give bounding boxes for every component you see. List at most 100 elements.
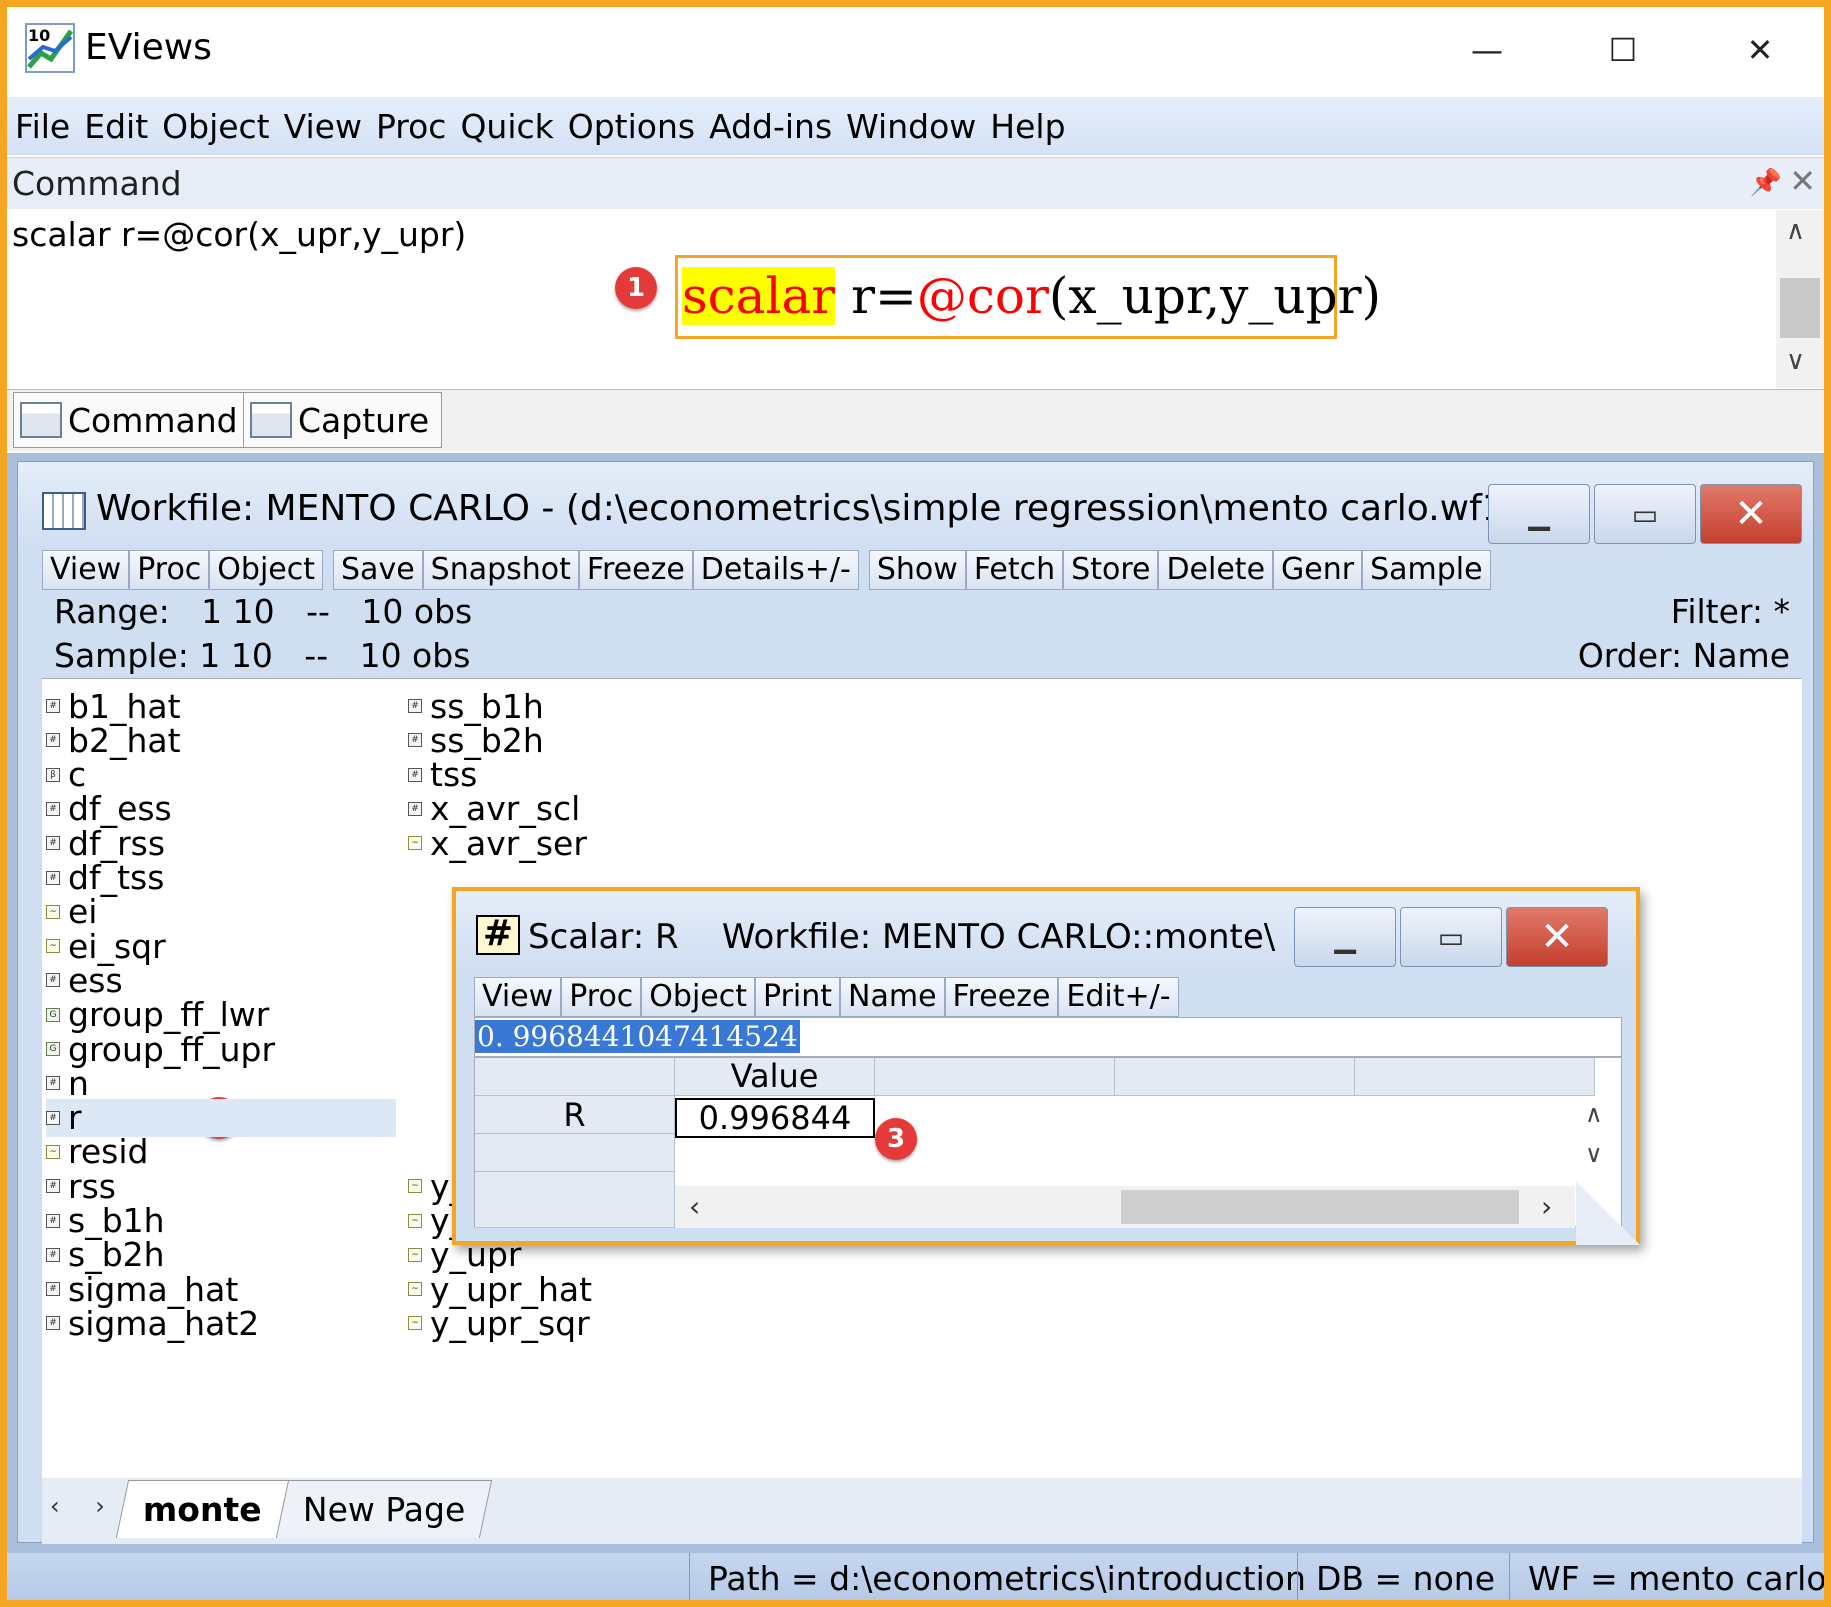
workfile-restore-button[interactable]: ▭ (1594, 484, 1696, 544)
scroll-up-icon[interactable]: ∧ (1786, 216, 1805, 246)
menu-quick[interactable]: Quick (460, 107, 553, 146)
range-line[interactable]: Range: 1 10 -- 10 obs (54, 592, 472, 631)
object-item[interactable]: # ess (46, 960, 123, 1000)
scalar-full-value[interactable]: 0. 9968441047414524 (475, 1020, 800, 1053)
minimize-button[interactable]: — (1457, 29, 1517, 71)
object-name: ess (68, 960, 123, 1000)
menu-edit[interactable]: Edit (84, 107, 148, 146)
sc-edit-button[interactable]: Edit+/- (1058, 977, 1179, 1017)
wf-proc-button[interactable]: Proc (129, 550, 210, 590)
scalar-value-edit-line[interactable]: 0. 9968441047414524 (474, 1017, 1622, 1057)
sc-object-button[interactable]: Object (641, 977, 756, 1017)
object-item[interactable]: # ss_b2h (408, 721, 544, 760)
series-object-icon: ~ (408, 1247, 422, 1262)
object-item[interactable]: ~ y_upr_hat (408, 1270, 592, 1309)
scalar-object-icon: # (46, 1076, 60, 1091)
close-button[interactable]: ✕ (1730, 29, 1790, 71)
object-item[interactable]: ~ y_upr_sqr (408, 1304, 590, 1343)
wf-sample-button[interactable]: Sample (1362, 550, 1491, 590)
object-item[interactable]: # ss_b1h (408, 687, 544, 726)
scalar-horizontal-scrollbar[interactable]: ‹ › (675, 1186, 1575, 1228)
scalar-restore-button[interactable]: ▭ (1400, 907, 1502, 967)
object-item[interactable]: ~ ei (46, 892, 97, 931)
object-item[interactable]: Ggroup_ff_upr (46, 1030, 275, 1069)
page-tab-new-page[interactable]: New Page (275, 1480, 493, 1538)
sc-proc-button[interactable]: Proc (561, 977, 642, 1017)
scroll-thumb[interactable] (1121, 1190, 1519, 1224)
wf-details-button[interactable]: Details+/- (692, 550, 859, 590)
menu-help[interactable]: Help (990, 107, 1065, 146)
scroll-left-icon[interactable]: ‹ (689, 1190, 700, 1223)
object-item[interactable]: ~ resid (46, 1132, 148, 1171)
scalar-close-button[interactable]: ✕ (1506, 907, 1608, 967)
menu-options[interactable]: Options (568, 107, 695, 146)
object-item[interactable]: # df_ess (46, 789, 172, 828)
wf-delete-button[interactable]: Delete (1158, 550, 1274, 590)
object-item[interactable]: # rss (46, 1166, 116, 1206)
object-name: n (68, 1063, 89, 1103)
wf-genr-button[interactable]: Genr (1273, 550, 1363, 590)
order-label[interactable]: Order: Name (1578, 636, 1790, 675)
menu-file[interactable]: File (15, 107, 70, 146)
filter-label[interactable]: Filter: * (1671, 592, 1790, 631)
object-item[interactable]: # sigma_hat2 (46, 1304, 259, 1343)
page-nav-arrows[interactable]: ‹ › (50, 1492, 119, 1520)
wf-view-button[interactable]: View (42, 550, 130, 590)
object-item[interactable]: # s_b2h (46, 1235, 165, 1274)
wf-snapshot-button[interactable]: Snapshot (422, 550, 579, 590)
command-text[interactable]: scalar r=@cor(x_upr,y_upr) (12, 215, 466, 254)
object-item[interactable]: # df_tss (46, 858, 164, 897)
object-item[interactable]: # s_b1h (46, 1201, 165, 1240)
object-item[interactable]: # tss (408, 755, 477, 794)
wf-save-button[interactable]: Save (333, 550, 423, 590)
scroll-down-icon[interactable]: ∨ (1786, 346, 1805, 376)
object-item[interactable]: # n (46, 1063, 89, 1103)
sc-view-button[interactable]: View (474, 977, 562, 1017)
tab-command[interactable]: Command (13, 392, 251, 448)
wf-store-button[interactable]: Store (1063, 550, 1159, 590)
sc-print-button[interactable]: Print (755, 977, 841, 1017)
workfile-close-button[interactable]: ✕ (1700, 484, 1802, 544)
wf-freeze-button[interactable]: Freeze (578, 550, 693, 590)
series-object-icon: ~ (46, 904, 60, 919)
scroll-right-icon[interactable]: › (1541, 1190, 1552, 1223)
tab-capture[interactable]: Capture (243, 392, 443, 448)
wf-object-button[interactable]: Object (209, 550, 324, 590)
object-item[interactable]: # b1_hat (46, 687, 181, 726)
wf-fetch-button[interactable]: Fetch (965, 550, 1064, 590)
scalar-minimize-button[interactable]: ▁ (1294, 907, 1396, 967)
scalar-value-cell[interactable]: 0.996844 (675, 1098, 875, 1138)
object-item[interactable]: ~ x_avr_ser (408, 824, 587, 863)
scroll-down-icon[interactable]: ∨ (1585, 1140, 1603, 1168)
workfile-title-bar[interactable]: Workfile: MENTO CARLO - (d:\econometrics… (18, 462, 1813, 550)
pin-icon[interactable]: 📌 (1750, 168, 1782, 198)
object-item[interactable]: # r (46, 1098, 396, 1137)
grid-col-header-value[interactable]: Value (675, 1058, 875, 1096)
object-item[interactable]: # x_avr_scl (408, 789, 580, 828)
scalar-vertical-scrollbar[interactable]: ∧ ∨ (1573, 1096, 1621, 1190)
sc-name-button[interactable]: Name (840, 977, 945, 1017)
menu-proc[interactable]: Proc (376, 107, 447, 146)
sc-freeze-button[interactable]: Freeze (944, 977, 1059, 1017)
object-item[interactable]: Ggroup_ff_lwr (46, 995, 269, 1034)
scroll-thumb[interactable] (1780, 278, 1820, 338)
object-item[interactable]: ~ ei_sqr (46, 927, 166, 966)
close-icon[interactable]: ✕ (1789, 162, 1816, 200)
object-item[interactable]: # sigma_hat (46, 1270, 238, 1309)
object-item[interactable]: # b2_hat (46, 721, 181, 760)
workfile-minimize-button[interactable]: ▁ (1488, 484, 1590, 544)
menu-window[interactable]: Window (846, 107, 976, 146)
maximize-button[interactable]: ☐ (1593, 29, 1653, 71)
menu-add-ins[interactable]: Add-ins (709, 107, 832, 146)
menu-view[interactable]: View (284, 107, 362, 146)
object-item[interactable]: # df_rss (46, 824, 165, 863)
scalar-title-bar[interactable]: # Scalar: R Workfile: MENTO CARLO::monte… (456, 891, 1636, 973)
command-scrollbar[interactable]: ∧ ∨ (1776, 210, 1824, 388)
scroll-up-icon[interactable]: ∧ (1585, 1100, 1603, 1128)
object-name: rss (68, 1166, 116, 1206)
menu-object[interactable]: Object (162, 107, 269, 146)
page-tab-monte[interactable]: monte (115, 1480, 289, 1538)
object-item[interactable]: βc (46, 755, 86, 794)
wf-show-button[interactable]: Show (868, 550, 966, 590)
sample-line[interactable]: Sample: 1 10 -- 10 obs (54, 636, 470, 675)
